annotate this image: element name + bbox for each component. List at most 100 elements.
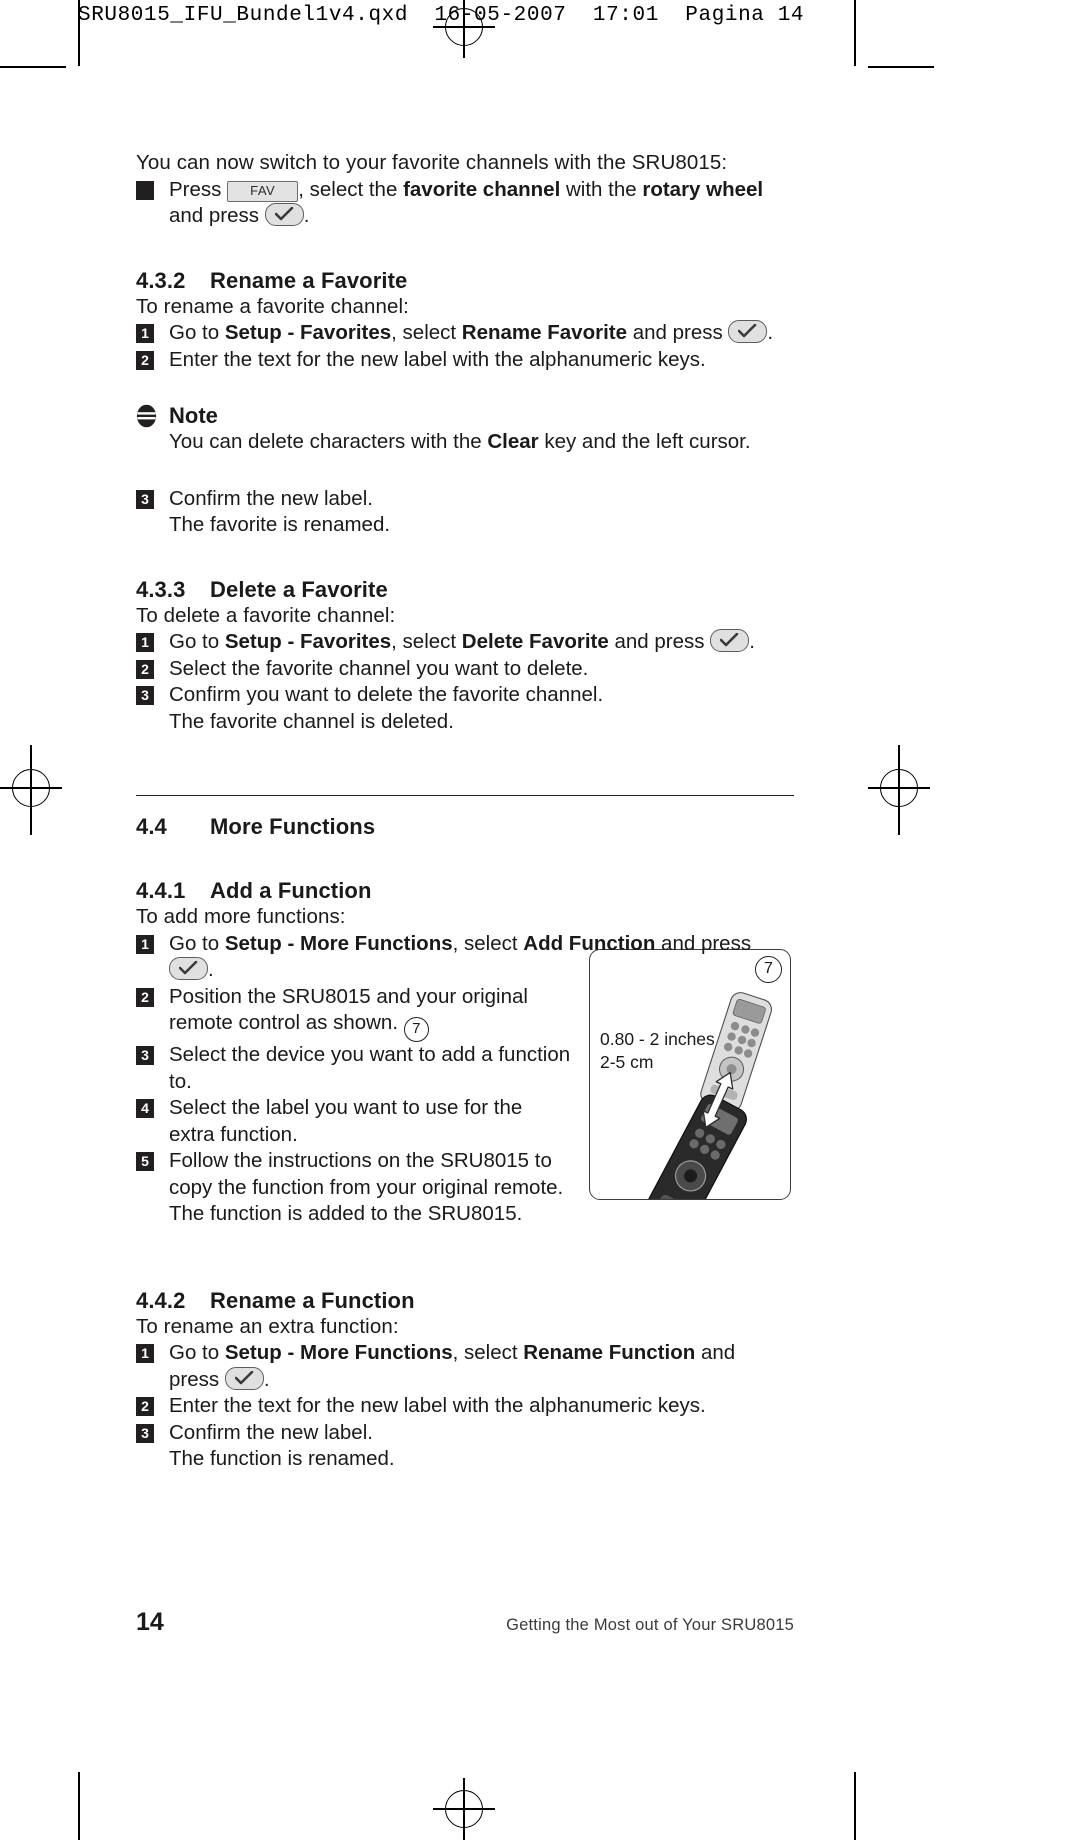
intro-lead: You can now switch to your favorite chan… bbox=[136, 151, 728, 174]
step-4-3-3-1: 1 Go to Setup - Favorites, select Delete… bbox=[136, 629, 794, 656]
step-4-4-1-1: 1 Go to Setup - More Functions, select A… bbox=[136, 931, 794, 984]
crop-mark-bottom-left-vertical bbox=[78, 1772, 80, 1840]
step-4-3-3-3-text: Confirm you want to delete the favorite … bbox=[169, 683, 604, 706]
step-part-0: Go to bbox=[169, 1341, 225, 1364]
step-4-4-1-5-line3: The function is added to the SRU8015. bbox=[169, 1202, 523, 1225]
step-number-badge: 3 bbox=[136, 686, 154, 705]
heading-4-4: 4.4 More Functions bbox=[136, 814, 794, 840]
page-content: You can now switch to your favorite chan… bbox=[136, 150, 794, 1473]
step-4-3-2-1: 1 Go to Setup - Favorites, select Rename… bbox=[136, 320, 794, 347]
step-4-4-1-3-line1: Select the device you want to add a func… bbox=[169, 1043, 571, 1066]
intro-4-4-2: To rename an extra function: bbox=[136, 1314, 399, 1338]
step-4-4-2-3-text: Confirm the new label. bbox=[169, 1420, 373, 1444]
step-4-4-1-2-line2: remote control as shown. bbox=[169, 1011, 399, 1034]
heading-4-4-2-title: Rename a Function bbox=[210, 1287, 415, 1313]
step-part-2: , select bbox=[391, 321, 462, 344]
heading-4-4-1-number: 4.4.1 bbox=[136, 878, 186, 903]
note-icon bbox=[136, 404, 157, 428]
step-part-3: Rename Favorite bbox=[461, 321, 627, 344]
crop-mark-bottom-right-vertical bbox=[854, 1772, 856, 1840]
ok-key-glyph[interactable] bbox=[224, 1366, 264, 1390]
heading-4-3-3-number: 4.3.3 bbox=[136, 576, 186, 602]
step-4-3-3-2-text: Select the favorite channel you want to … bbox=[169, 656, 589, 680]
step-number-badge: 1 bbox=[136, 633, 154, 652]
ok-key-glyph[interactable] bbox=[264, 203, 304, 226]
step-part-3: Delete Favorite bbox=[461, 630, 609, 653]
step-number-badge: 3 bbox=[136, 1046, 154, 1065]
heading-4-4-1-title: Add a Function bbox=[210, 878, 372, 903]
heading-4-4-number: 4.4 bbox=[136, 814, 167, 839]
intro-mid-2: with the bbox=[565, 177, 637, 201]
intro-4-3-2: To rename a favorite channel: bbox=[136, 294, 409, 318]
step-4-4-2-2-text: Enter the text for the new label with th… bbox=[169, 1394, 706, 1417]
step-4-4-1-1-text: Go to Setup - More Functions, select Add… bbox=[169, 931, 794, 984]
intro-bullet-text: Press FAV, select the favorite channel w… bbox=[169, 177, 794, 230]
step-4-4-2-1: 1 Go to Setup - More Functions, select R… bbox=[136, 1340, 794, 1393]
crop-mark-top-right-vertical bbox=[854, 0, 856, 66]
step-tail: . bbox=[767, 321, 774, 344]
step-4-4-1-5-line1: Follow the instructions on the SRU8015 t… bbox=[169, 1149, 552, 1172]
heading-4-3-2: 4.3.2 Rename a Favorite bbox=[136, 268, 794, 294]
step-4-4-1-5-text: Follow the instructions on the SRU8015 t… bbox=[169, 1148, 794, 1228]
heading-4-4-title: More Functions bbox=[210, 814, 376, 839]
step-4-4-1-5-line2: copy the function from your original rem… bbox=[169, 1175, 564, 1199]
step-4-3-2-3-result: The favorite is renamed. bbox=[169, 513, 391, 536]
step-number-badge: 2 bbox=[136, 350, 154, 370]
step-number-badge: 2 bbox=[136, 987, 154, 1007]
running-head: Getting the Most out of Your SRU8015 bbox=[506, 1616, 794, 1634]
step-part-1: Setup - More Functions bbox=[224, 1341, 453, 1364]
crop-mark-right-top-horizontal bbox=[868, 66, 934, 68]
intro-mid-1: , select the bbox=[298, 177, 398, 201]
step-part-4: and press bbox=[655, 931, 752, 955]
intro-bold-rotary-wheel: rotary wheel bbox=[642, 177, 764, 201]
registration-mark-right bbox=[868, 757, 930, 819]
registration-mark-left bbox=[0, 757, 62, 819]
step-part-0: Go to bbox=[169, 321, 225, 344]
step-4-4-2-1-press: press bbox=[169, 1367, 220, 1391]
step-4-4-1-3-line2: to. bbox=[169, 1069, 192, 1093]
step-4-3-2-2: 2 Enter the text for the new label with … bbox=[136, 347, 794, 374]
step-number-badge: 1 bbox=[136, 324, 154, 343]
square-bullet-icon bbox=[136, 180, 154, 200]
step-number-badge: 4 bbox=[136, 1099, 154, 1118]
step-part-3: Add Function bbox=[523, 931, 656, 955]
step-4-3-3-3-result: The favorite channel is deleted. bbox=[169, 709, 454, 733]
step-4-4-1-2-text: Position the SRU8015 and your original r… bbox=[169, 984, 794, 1042]
step-tail: . bbox=[749, 630, 755, 653]
heading-4-3-2-number: 4.3.2 bbox=[136, 267, 186, 293]
ok-key-glyph[interactable] bbox=[710, 629, 750, 652]
fav-key-glyph[interactable]: FAV bbox=[227, 180, 299, 202]
step-part-4: and press bbox=[627, 321, 729, 344]
step-part-2: , select bbox=[452, 1341, 524, 1364]
step-4-3-3-1-text: Go to Setup - Favorites, select Delete F… bbox=[169, 629, 794, 656]
step-part-2: , select bbox=[391, 630, 462, 653]
step-part-1: Setup - More Functions bbox=[224, 931, 453, 955]
step-4-4-1-3-text: Select the device you want to add a func… bbox=[169, 1042, 794, 1095]
step-4-3-3-3: 3 Confirm you want to delete the favorit… bbox=[136, 682, 794, 709]
note-part-2: key and the left cursor. bbox=[538, 430, 751, 453]
note-title: Note bbox=[169, 403, 218, 428]
note-body: You can delete characters with the Clear… bbox=[136, 429, 794, 456]
intro-tail: and press bbox=[169, 204, 260, 227]
ok-key-glyph[interactable] bbox=[728, 320, 768, 343]
step-part-2: , select bbox=[452, 931, 524, 955]
page-number: 14 bbox=[136, 1608, 164, 1636]
step-4-3-2-2-text: Enter the text for the new label with th… bbox=[169, 347, 706, 371]
step-tail: . bbox=[208, 958, 214, 981]
print-slug-line: SRU8015_IFU_Bundel1v4.qxd 16-05-2007 17:… bbox=[78, 4, 805, 27]
ok-key-glyph[interactable] bbox=[169, 957, 208, 980]
step-number-badge: 5 bbox=[136, 1152, 154, 1171]
intro-4-4-1: To add more functions: bbox=[136, 905, 346, 928]
step-number-badge: 2 bbox=[136, 1397, 154, 1416]
step-4-4-2-3: 3 Confirm the new label. bbox=[136, 1420, 794, 1447]
step-4-4-2-1-text: Go to Setup - More Functions, select Ren… bbox=[169, 1340, 794, 1393]
step-tail: . bbox=[263, 1367, 270, 1391]
step-4-4-1-2-line1: Position the SRU8015 and your original bbox=[169, 984, 528, 1008]
intro-press-label: Press bbox=[169, 177, 222, 201]
step-4-4-2-3-result: The function is renamed. bbox=[169, 1447, 395, 1470]
intro-period: . bbox=[303, 204, 310, 227]
heading-4-4-2-number: 4.4.2 bbox=[136, 1287, 186, 1313]
intro-bullet-step: Press FAV, select the favorite channel w… bbox=[136, 177, 794, 230]
step-4-4-1-5: 5 Follow the instructions on the SRU8015… bbox=[136, 1148, 794, 1228]
step-4-4-2-2: 2 Enter the text for the new label with … bbox=[136, 1393, 794, 1420]
